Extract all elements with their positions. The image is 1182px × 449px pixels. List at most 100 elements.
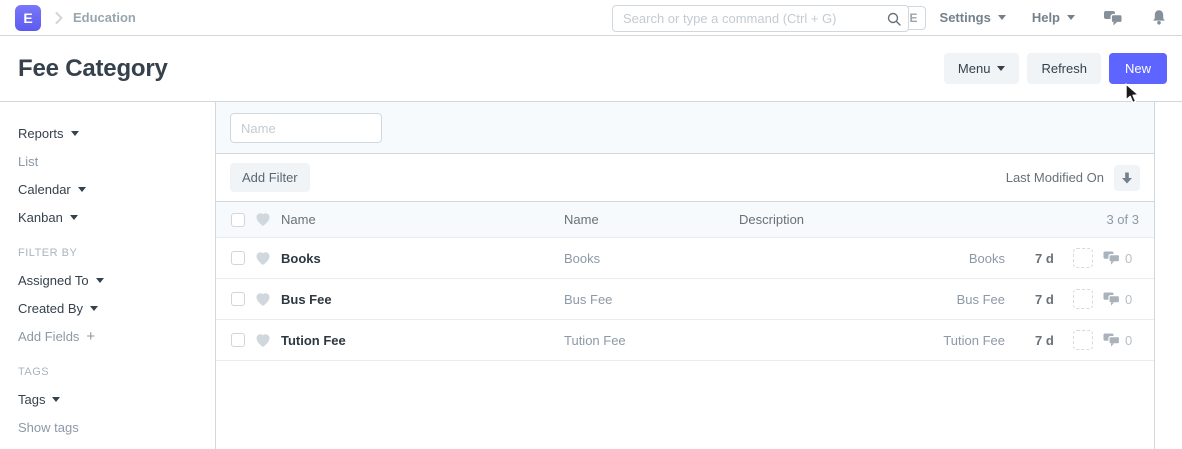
row-checkbox[interactable] — [231, 292, 245, 306]
settings-label: Settings — [939, 10, 991, 25]
comment-icon — [1103, 251, 1120, 265]
row-checkbox-wrap — [231, 251, 247, 265]
chevron-down-icon — [69, 215, 78, 220]
chevron-down-icon — [997, 66, 1006, 71]
favourite-heart-icon[interactable] — [255, 292, 271, 307]
comment-count: 0 — [1125, 291, 1133, 307]
row-id-link[interactable]: Tution Fee — [885, 333, 1005, 348]
comment-icon — [1103, 333, 1120, 347]
list-container: Add Filter Last Modified On Name Name De… — [215, 102, 1155, 449]
chevron-down-icon — [90, 306, 99, 311]
chevron-down-icon — [77, 187, 86, 192]
comment-icon — [1103, 292, 1120, 306]
new-button[interactable]: New — [1108, 53, 1167, 84]
created-by-label: Created By — [18, 301, 84, 316]
assigned-to-label: Assigned To — [18, 273, 89, 288]
refresh-button[interactable]: Refresh — [1027, 53, 1101, 84]
row-modified-time: 7 d — [1035, 250, 1054, 266]
list-row[interactable]: Bus Fee Bus Fee Bus Fee 7 d 0 — [216, 279, 1154, 320]
list-sidebar: Reports List Calendar Kanban FILTER BY A… — [0, 102, 215, 449]
sidebar-item-label: Reports — [18, 126, 64, 141]
comment-count: 0 — [1125, 250, 1133, 266]
list-row[interactable]: Books Books Books 7 d 0 — [216, 238, 1154, 279]
settings-menu[interactable]: Settings — [940, 10, 1006, 25]
page-actions: Menu Refresh New — [943, 53, 1167, 84]
row-comments[interactable]: 0 — [1103, 333, 1139, 348]
chevron-down-icon — [997, 15, 1006, 20]
row-modified-time: 7 d — [1035, 332, 1054, 348]
heart-icon[interactable] — [255, 212, 271, 227]
row-subject-link[interactable]: Bus Fee — [281, 292, 564, 307]
row-checkbox[interactable] — [231, 251, 245, 265]
sidebar-item-label: Calendar — [18, 182, 71, 197]
sidebar-item-list[interactable]: List — [18, 154, 215, 169]
row-subject-link[interactable]: Tution Fee — [281, 333, 564, 348]
favourite-heart-icon[interactable] — [255, 333, 271, 348]
search-input[interactable] — [612, 5, 909, 32]
page-head: Fee Category Menu Refresh New — [0, 36, 1182, 102]
standard-filter-area — [216, 102, 1154, 154]
add-filter-button[interactable]: Add Filter — [230, 163, 310, 192]
right-gutter — [1155, 102, 1182, 449]
row-checkbox[interactable] — [231, 333, 245, 347]
show-tags-label: Show tags — [18, 420, 79, 435]
row-subject-link[interactable]: Books — [281, 251, 564, 266]
sidebar-item-label: List — [18, 154, 39, 169]
breadcrumb-education[interactable]: Education — [73, 10, 136, 25]
column-header-name[interactable]: Name — [281, 212, 564, 227]
filter-by-heading: FILTER BY — [18, 247, 78, 259]
list-count: 3 of 3 — [1106, 212, 1139, 227]
favourite-heart-icon[interactable] — [255, 251, 271, 266]
sidebar-item-label: Kanban — [18, 210, 63, 225]
arrow-down-icon — [1122, 172, 1132, 183]
sidebar-item-kanban[interactable]: Kanban — [18, 210, 215, 225]
sidebar-tags[interactable]: Tags — [18, 392, 215, 407]
app-logo[interactable]: E — [15, 4, 41, 31]
sidebar-created-by[interactable]: Created By — [18, 301, 215, 316]
help-menu[interactable]: Help — [1032, 10, 1075, 25]
row-name-value: Bus Fee — [564, 291, 613, 307]
tags-label: Tags — [18, 392, 46, 407]
row-comments[interactable]: 0 — [1103, 251, 1139, 266]
chat-icon[interactable] — [1103, 10, 1123, 26]
menu-button[interactable]: Menu — [943, 53, 1020, 84]
sort-area: Last Modified On — [1006, 164, 1140, 191]
sidebar-item-reports[interactable]: Reports — [18, 126, 215, 141]
comment-count: 0 — [1125, 332, 1133, 348]
chevron-down-icon — [1067, 15, 1075, 20]
list-empty-space — [216, 361, 1154, 449]
help-label: Help — [1031, 10, 1060, 25]
assigned-avatar-placeholder[interactable] — [1073, 330, 1093, 350]
menu-label: Menu — [957, 61, 991, 76]
sidebar-show-tags[interactable]: Show tags — [18, 420, 215, 435]
chevron-down-icon — [95, 278, 104, 283]
row-name-value: Books — [564, 250, 601, 266]
sidebar-add-fields[interactable]: Add Fields + — [18, 329, 215, 345]
sidebar-assigned-to[interactable]: Assigned To — [18, 273, 215, 288]
list-row[interactable]: Tution Fee Tution Fee Tution Fee 7 d 0 — [216, 320, 1154, 361]
column-header-name2[interactable]: Name — [564, 212, 739, 227]
row-comments[interactable]: 0 — [1103, 292, 1139, 307]
notifications-bell-icon[interactable] — [1151, 9, 1167, 27]
chevron-down-icon — [70, 131, 79, 136]
chevron-down-icon — [52, 397, 61, 402]
row-checkbox-wrap — [231, 292, 247, 306]
name-filter-input[interactable] — [230, 113, 382, 143]
assigned-avatar-placeholder[interactable] — [1073, 248, 1093, 268]
sort-direction-button[interactable] — [1114, 164, 1140, 191]
row-id-link[interactable]: Bus Fee — [885, 292, 1005, 307]
assigned-avatar-placeholder[interactable] — [1073, 289, 1093, 309]
page-title: Fee Category — [18, 54, 168, 82]
sidebar-item-calendar[interactable]: Calendar — [18, 182, 215, 197]
row-id-link[interactable]: Books — [885, 251, 1005, 266]
row-checkbox-wrap — [231, 333, 247, 347]
column-header-description[interactable]: Description — [739, 212, 885, 227]
navbar-right: E Settings Help — [901, 5, 1167, 30]
add-fields-label: Add Fields — [18, 329, 80, 344]
select-all-checkbox[interactable] — [231, 212, 245, 227]
search-icon — [886, 11, 902, 32]
row-modified-time: 7 d — [1035, 291, 1054, 307]
navbar: E Education E Settings Help — [0, 0, 1182, 36]
sort-field-label[interactable]: Last Modified On — [1006, 170, 1104, 185]
select-all-wrap — [231, 212, 247, 227]
